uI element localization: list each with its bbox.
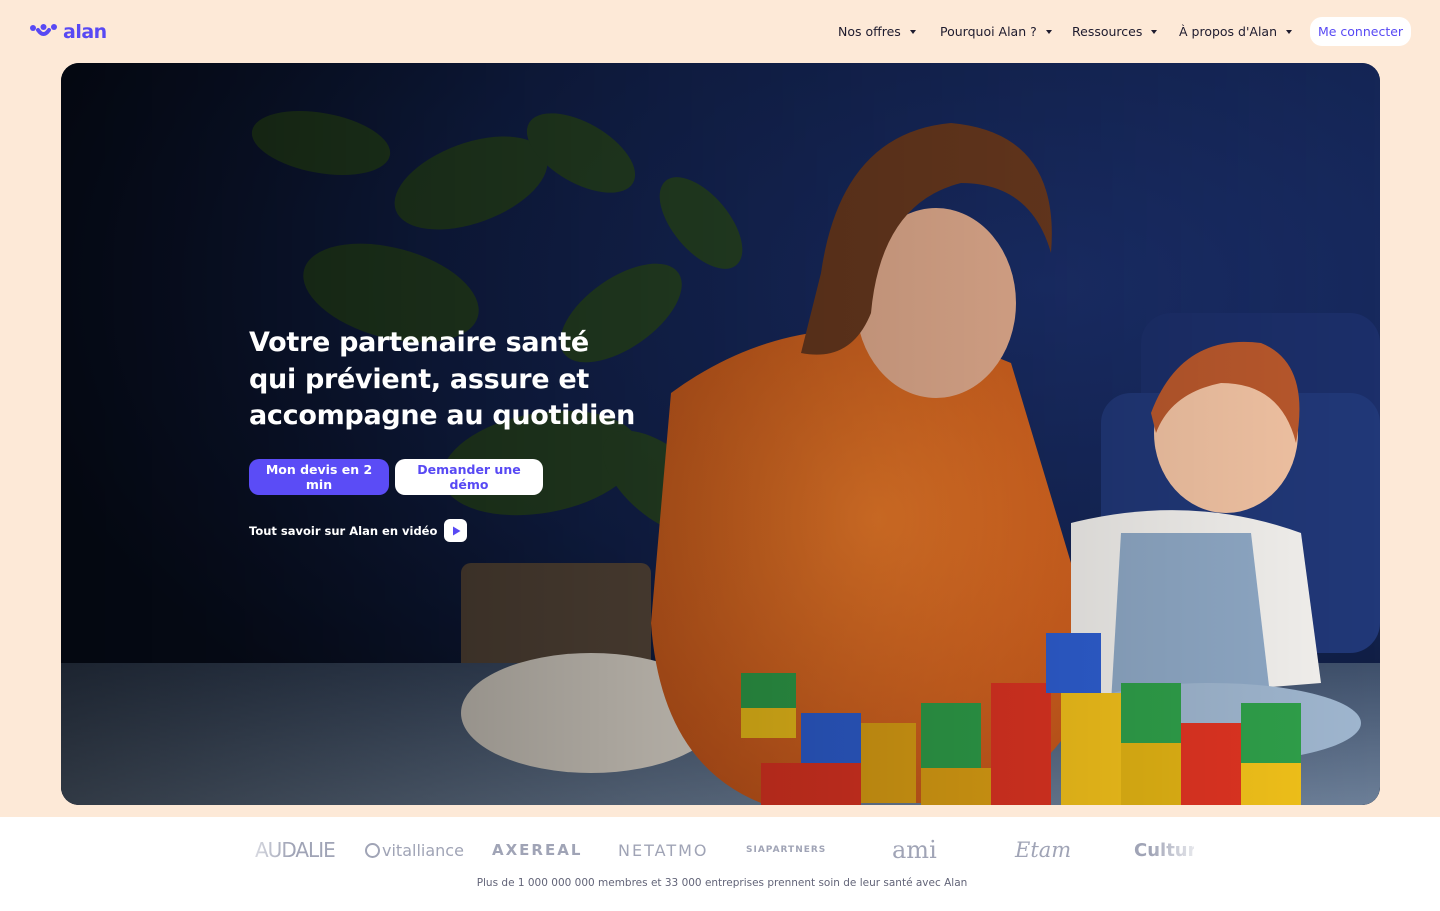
nav-nos-offres[interactable]: Nos offres [838, 24, 916, 39]
client-logos-band: AUDALIE vitalliance AXEREAL NETATMO SIAP… [0, 817, 1440, 911]
request-demo-button[interactable]: Demander une démo [395, 459, 543, 495]
caret-down-icon [1151, 29, 1158, 34]
site-header: alan Nos offres Pourquoi Alan ? Ressourc… [0, 0, 1440, 63]
logos-fade-right [1150, 817, 1210, 877]
nav-label: Ressources [1072, 24, 1143, 39]
nav-pourquoi-alan[interactable]: Pourquoi Alan ? [940, 24, 1052, 39]
play-icon[interactable] [444, 519, 468, 542]
get-quote-button[interactable]: Mon devis en 2 min [249, 459, 389, 495]
nav-ressources[interactable]: Ressources [1072, 24, 1158, 39]
nav-label: Pourquoi Alan ? [940, 24, 1037, 39]
nav-label: Nos offres [838, 24, 901, 39]
client-logo-netatmo: NETATMO [618, 840, 709, 860]
hero-title-line: Votre partenaire santé [249, 327, 589, 358]
hero-title-line: qui prévient, assure et [249, 363, 590, 395]
client-logo-ami: ami [892, 836, 937, 864]
client-logo-siapartners: SIAPARTNERS [746, 845, 827, 855]
logo-text: alan [63, 21, 107, 43]
client-logo-etam: Etam [1015, 838, 1072, 862]
video-link-label: Tout savoir sur Alan en vidéo [249, 523, 438, 538]
hero-title-line: accompagne au quotidien [249, 400, 636, 431]
members-stat: Plus de 1 000 000 000 membres et 33 000 … [476, 877, 968, 889]
alan-logo[interactable]: alan [29, 20, 107, 44]
client-logo-axereal: AXEREAL [492, 841, 583, 859]
caret-down-icon [1286, 29, 1293, 34]
alan-logo-mark-icon [30, 24, 57, 36]
hero-banner: Votre partenaire santé qui prévient, ass… [61, 63, 1380, 805]
caret-down-icon [1045, 29, 1052, 34]
nav-label: À propos d'Alan [1179, 24, 1278, 39]
hero-title: Votre partenaire santé qui prévient, ass… [249, 325, 649, 435]
video-link[interactable]: Tout savoir sur Alan en vidéo [249, 519, 468, 542]
login-button[interactable]: Me connecter [1310, 17, 1411, 46]
client-logo-vitalliance-text: vitalliance [382, 840, 464, 860]
client-logo-vitalliance: vitalliance [365, 835, 464, 865]
nav-a-propos[interactable]: À propos d'Alan [1179, 24, 1293, 39]
caret-down-icon [909, 29, 916, 34]
logos-fade-left [230, 817, 290, 877]
vitalliance-mark-icon [365, 842, 380, 858]
